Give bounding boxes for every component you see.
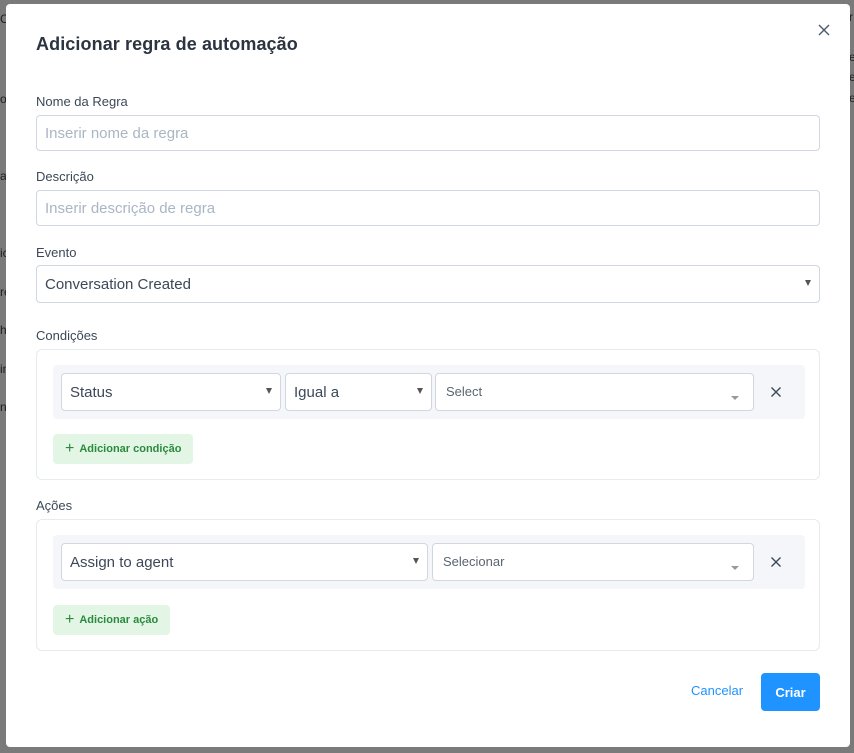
add-condition-button[interactable]: + Adicionar condição <box>53 434 194 464</box>
description-input[interactable] <box>36 190 820 226</box>
condition-value-multiselect[interactable]: Select <box>435 373 754 411</box>
action-type-select[interactable]: Assign to agent <box>61 543 428 581</box>
automation-rule-modal: Adicionar regra de automação Nome da Reg… <box>6 4 850 747</box>
rule-name-input[interactable] <box>36 115 820 151</box>
add-action-label: Adicionar ação <box>79 614 159 626</box>
conditions-section: Status Igual a Select + Adicionar condiç… <box>36 349 820 480</box>
action-value-placeholder: Selecionar <box>443 554 505 569</box>
condition-row: Status Igual a Select <box>53 365 805 419</box>
condition-operator-value: Igual a <box>294 384 340 401</box>
remove-condition-button[interactable] <box>764 380 788 404</box>
event-label: Evento <box>36 245 77 260</box>
condition-attribute-value: Status <box>70 384 113 401</box>
add-condition-label: Adicionar condição <box>79 443 182 455</box>
caret-down-icon <box>266 388 272 394</box>
plus-icon: + <box>65 611 75 628</box>
caret-down-icon <box>417 388 423 394</box>
action-row: Assign to agent Selecionar <box>53 535 805 589</box>
caret-down-icon <box>805 280 811 286</box>
description-label: Descrição <box>36 169 94 184</box>
remove-action-button[interactable] <box>764 550 788 574</box>
caret-down-icon <box>731 396 739 400</box>
caret-down-icon <box>413 558 419 564</box>
create-button[interactable]: Criar <box>761 673 820 711</box>
close-button[interactable] <box>814 20 834 40</box>
cancel-button[interactable]: Cancelar <box>691 683 743 698</box>
event-select-value: Conversation Created <box>45 276 191 293</box>
close-icon <box>771 387 781 397</box>
modal-title: Adicionar regra de automação <box>36 34 298 54</box>
condition-attribute-select[interactable]: Status <box>61 373 281 411</box>
caret-down-icon <box>731 566 739 570</box>
action-value-multiselect[interactable]: Selecionar <box>432 543 754 581</box>
condition-operator-select[interactable]: Igual a <box>285 373 432 411</box>
rule-name-label: Nome da Regra <box>36 94 128 109</box>
plus-icon: + <box>65 440 75 457</box>
condition-value-placeholder: Select <box>446 384 483 399</box>
event-select[interactable]: Conversation Created <box>36 265 820 303</box>
actions-label: Ações <box>36 498 73 513</box>
add-action-button[interactable]: + Adicionar ação <box>53 605 171 635</box>
close-icon <box>771 557 781 567</box>
conditions-label: Condições <box>36 328 98 343</box>
close-icon <box>818 24 830 36</box>
actions-section: Assign to agent Selecionar + Adicionar a… <box>36 519 820 651</box>
action-type-value: Assign to agent <box>70 554 174 571</box>
